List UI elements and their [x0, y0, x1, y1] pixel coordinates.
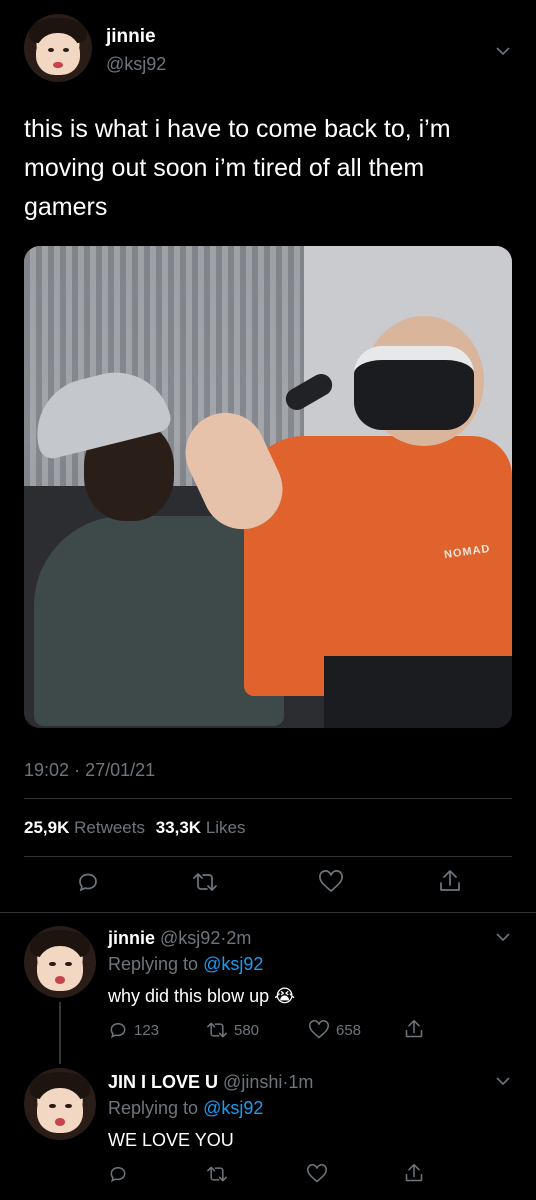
retweet-icon	[206, 1020, 228, 1040]
retweet-icon[interactable]	[206, 1164, 228, 1184]
replying-to-link[interactable]: @ksj92	[203, 954, 263, 974]
like-button[interactable]: 658	[308, 1020, 361, 1040]
likes-count: 33,3K	[155, 818, 202, 837]
like-count: 658	[336, 1021, 362, 1039]
share-icon[interactable]	[438, 868, 462, 894]
reply-icon[interactable]	[108, 1164, 128, 1184]
thread-line	[59, 1002, 61, 1064]
divider	[0, 912, 536, 913]
avatar-eye	[65, 962, 72, 967]
chevron-down-icon[interactable]	[494, 928, 512, 946]
reply-count: 123	[134, 1021, 160, 1039]
reply-display-name[interactable]: JIN I LOVE U	[108, 1072, 218, 1092]
photo-shorts	[324, 656, 512, 728]
avatar[interactable]	[24, 1068, 96, 1140]
avatar-mouth	[53, 61, 63, 69]
avatar-eye	[49, 1104, 56, 1109]
avatar-face	[36, 33, 80, 76]
retweets-stat[interactable]: 25,9K Retweets	[24, 818, 150, 837]
reply-icon[interactable]	[76, 870, 100, 894]
replying-to-link[interactable]: @ksj92	[203, 1098, 263, 1118]
chevron-down-icon[interactable]	[494, 42, 512, 60]
retweets-label: Retweets	[74, 818, 145, 837]
like-icon[interactable]	[318, 870, 344, 894]
avatar-eye	[47, 48, 54, 53]
likes-label: Likes	[205, 818, 246, 837]
divider	[24, 798, 512, 799]
reply-text: why did this blow up 😭	[108, 986, 295, 1007]
display-name[interactable]: jinnie	[106, 26, 156, 48]
tweet-photo[interactable]: NOMAD	[24, 246, 512, 728]
retweet-icon[interactable]	[192, 870, 218, 894]
reply-text-body: why did this blow up	[108, 986, 270, 1006]
photo-vr-headset	[354, 346, 474, 430]
engagement-stats: 25,9K Retweets 33,3K Likes	[24, 818, 246, 838]
sob-emoji: 😭	[274, 986, 296, 1007]
avatar[interactable]	[24, 926, 96, 998]
avatar-eye	[62, 48, 69, 53]
avatar-face	[36, 1088, 84, 1133]
share-icon[interactable]	[404, 1162, 424, 1184]
retweets-count: 25,9K	[24, 818, 70, 837]
tweet-text: this is what i have to come back to, i’m…	[24, 115, 451, 221]
retweet-button[interactable]: 580	[206, 1020, 259, 1040]
timestamp-time: 19:02	[24, 760, 70, 780]
avatar-eye	[65, 1104, 72, 1109]
avatar-mouth	[54, 1118, 66, 1126]
share-icon[interactable]	[404, 1018, 424, 1040]
avatar[interactable]	[24, 14, 92, 82]
replying-to: Replying to @ksj92	[108, 954, 263, 975]
likes-stat[interactable]: 33,3K Likes	[156, 818, 246, 837]
reply-header: jinnie @ksj92·2m	[108, 928, 251, 949]
replying-to: Replying to @ksj92	[108, 1098, 263, 1119]
divider	[24, 856, 512, 857]
handle[interactable]: @ksj92	[106, 54, 166, 75]
timestamp[interactable]: 19:02 · 27/01/21	[24, 760, 155, 781]
timestamp-sep: ·	[74, 760, 81, 780]
reply-age[interactable]: 1m	[288, 1072, 313, 1092]
like-icon[interactable]	[306, 1164, 328, 1184]
reply-text: WE LOVE YOU	[108, 1130, 234, 1150]
reply-handle[interactable]: @ksj92	[160, 928, 220, 948]
reply-display-name[interactable]: jinnie	[108, 928, 155, 948]
chevron-down-icon[interactable]	[494, 1072, 512, 1090]
reply-age[interactable]: 2m	[226, 928, 251, 948]
reply-header: JIN I LOVE U @jinshi·1m	[108, 1072, 313, 1093]
like-icon	[308, 1020, 330, 1040]
avatar-face	[36, 946, 84, 991]
avatar-mouth	[54, 976, 66, 984]
reply-button[interactable]: 123	[108, 1020, 159, 1040]
reply-handle[interactable]: @jinshi	[223, 1072, 282, 1092]
replying-to-label: Replying to	[108, 954, 199, 974]
avatar-eye	[49, 962, 56, 967]
timestamp-date: 27/01/21	[85, 760, 156, 780]
retweet-count: 580	[234, 1021, 260, 1039]
reply-icon	[108, 1020, 128, 1040]
replying-to-label: Replying to	[108, 1098, 199, 1118]
